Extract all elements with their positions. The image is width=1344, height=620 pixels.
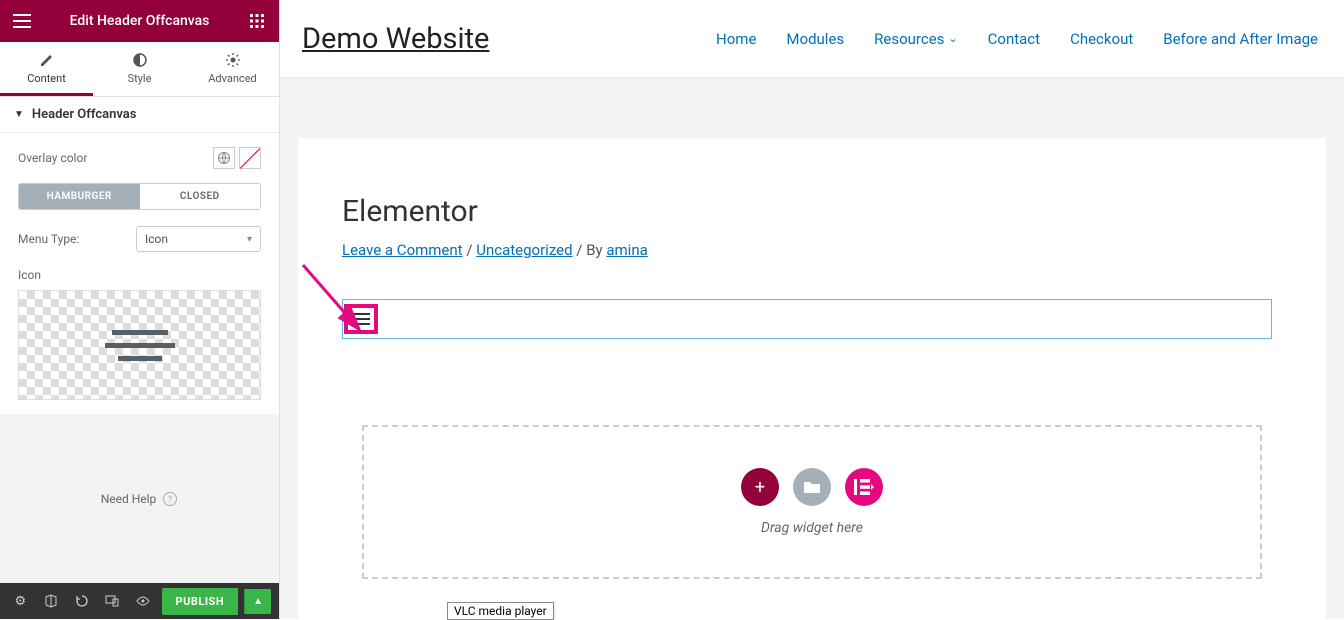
widgets-grid-icon[interactable] — [245, 9, 269, 33]
sidebar-title: Edit Header Offcanvas — [34, 13, 245, 29]
settings-icon[interactable]: ⚙ — [8, 588, 33, 614]
sidebar-footer: ⚙ PUBLISH ▲ — [0, 583, 279, 619]
responsive-icon[interactable] — [100, 588, 125, 614]
nav-modules[interactable]: Modules — [786, 30, 844, 48]
svg-text:?: ? — [168, 495, 172, 505]
page-content: Elementor Leave a Comment / Uncategorize… — [298, 138, 1326, 619]
icon-label: Icon — [18, 268, 261, 282]
preview-area: Demo Website Home Modules Resources ⌄ Co… — [280, 0, 1344, 619]
global-color-icon[interactable] — [213, 147, 235, 169]
nav-home[interactable]: Home — [716, 30, 756, 48]
seg-hamburger[interactable]: HAMBURGER — [19, 184, 140, 209]
site-nav: Home Modules Resources ⌄ Contact Checkou… — [716, 30, 1318, 48]
overlay-color-label: Overlay color — [18, 151, 87, 165]
sidebar-header: Edit Header Offcanvas — [0, 0, 279, 42]
seg-closed[interactable]: CLOSED — [140, 184, 261, 209]
sidebar-menu-icon[interactable] — [10, 9, 34, 33]
icon-preview[interactable] — [18, 290, 261, 400]
drop-zone[interactable]: + Drag widget here — [362, 425, 1262, 579]
elementskit-button[interactable] — [845, 468, 883, 506]
caret-down-icon: ▼ — [14, 109, 24, 120]
nav-before-after[interactable]: Before and After Image — [1163, 30, 1318, 48]
category-link[interactable]: Uncategorized — [476, 241, 572, 259]
sidebar-tabs: Content Style Advanced — [0, 42, 279, 97]
chevron-down-icon: ⌄ — [948, 32, 957, 45]
hamburger-icon — [352, 313, 370, 325]
page-title: Elementor — [342, 194, 1282, 229]
template-library-button[interactable] — [793, 468, 831, 506]
author-link[interactable]: amina — [606, 241, 647, 259]
need-help[interactable]: Need Help ? — [0, 414, 279, 583]
navigator-icon[interactable] — [39, 588, 64, 614]
nav-contact[interactable]: Contact — [988, 30, 1040, 48]
hamburger-icon — [105, 330, 175, 361]
tab-content[interactable]: Content — [0, 42, 93, 96]
controls-panel: Overlay color HAMBURGER CLOSED Menu Type… — [0, 133, 279, 414]
drop-zone-label: Drag widget here — [761, 520, 863, 536]
state-toggle: HAMBURGER CLOSED — [18, 183, 261, 210]
no-color-icon[interactable] — [239, 147, 261, 169]
nav-resources[interactable]: Resources ⌄ — [874, 30, 957, 48]
tab-advanced[interactable]: Advanced — [186, 42, 279, 96]
publish-options-button[interactable]: ▲ — [244, 589, 271, 614]
site-header: Demo Website Home Modules Resources ⌄ Co… — [280, 0, 1344, 78]
publish-button[interactable]: PUBLISH — [162, 588, 239, 615]
menu-type-label: Menu Type: — [18, 232, 79, 246]
preview-icon[interactable] — [131, 588, 156, 614]
add-section-button[interactable]: + — [741, 468, 779, 506]
menu-type-select[interactable]: Icon ▾ — [136, 226, 261, 252]
offcanvas-hamburger-button[interactable] — [344, 304, 378, 334]
help-icon: ? — [162, 491, 178, 507]
history-icon[interactable] — [69, 588, 94, 614]
nav-checkout[interactable]: Checkout — [1070, 30, 1133, 48]
section-header-offcanvas[interactable]: ▼ Header Offcanvas — [0, 97, 279, 133]
post-meta: Leave a Comment / Uncategorized / By ami… — [342, 241, 1282, 259]
selected-widget[interactable] — [342, 299, 1272, 339]
elementor-sidebar: Edit Header Offcanvas Content Style Adva… — [0, 0, 280, 619]
site-title[interactable]: Demo Website — [302, 22, 489, 56]
chevron-down-icon: ▾ — [247, 234, 252, 245]
tab-style[interactable]: Style — [93, 42, 186, 96]
tooltip: VLC media player — [447, 602, 554, 620]
leave-comment-link[interactable]: Leave a Comment — [342, 241, 463, 259]
